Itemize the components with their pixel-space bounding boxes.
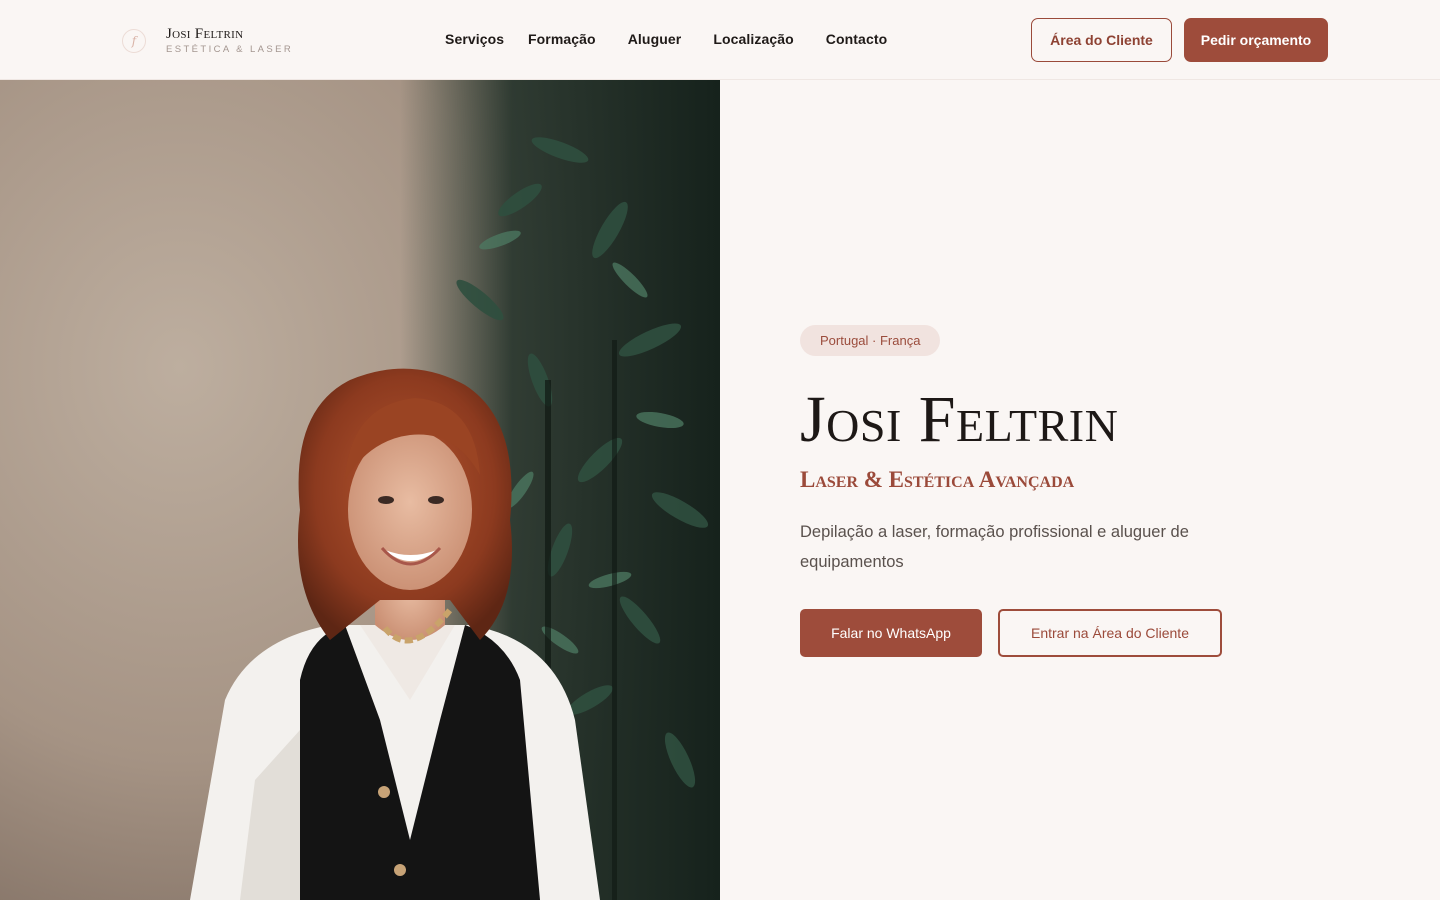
- nav-item-contacto[interactable]: Contacto: [826, 29, 887, 49]
- enter-client-area-button[interactable]: Entrar na Área do Cliente: [998, 609, 1222, 657]
- hero-portrait-photo: [0, 80, 720, 900]
- main-nav: Serviços Formação Aluguer Localização Co…: [445, 29, 887, 49]
- brand-tagline: Estética & Laser: [166, 44, 294, 55]
- hero-content: Portugal · França Josi Feltrin Laser & E…: [800, 325, 1360, 657]
- hero-actions: Falar no WhatsApp Entrar na Área do Clie…: [800, 609, 1360, 657]
- client-area-button[interactable]: Área do Cliente: [1031, 18, 1172, 62]
- hero-title: Josi Feltrin: [800, 383, 1119, 456]
- nav-item-localizacao[interactable]: Localização: [713, 29, 793, 49]
- site-header: f Josi Feltrin Estética & Laser Serviços…: [0, 0, 1440, 80]
- brand-logo-link[interactable]: f Josi Feltrin Estética & Laser: [122, 24, 293, 58]
- whatsapp-button[interactable]: Falar no WhatsApp: [800, 609, 982, 657]
- hero-subtitle: Laser & Estética Avançada: [800, 467, 1075, 492]
- nav-item-formacao[interactable]: Formação: [528, 29, 596, 49]
- nav-item-aluguer[interactable]: Aluguer: [628, 29, 682, 49]
- nav-item-servicos[interactable]: Serviços: [445, 29, 504, 49]
- brand-name: Josi Feltrin: [166, 26, 244, 42]
- hero-description: Depilação a laser, formação profissional…: [800, 523, 1189, 571]
- location-badge: Portugal · França: [800, 325, 941, 356]
- brand-text: Josi Feltrin Estética & Laser: [166, 26, 293, 56]
- monogram-icon: f: [122, 29, 146, 53]
- request-quote-button[interactable]: Pedir orçamento: [1184, 18, 1328, 62]
